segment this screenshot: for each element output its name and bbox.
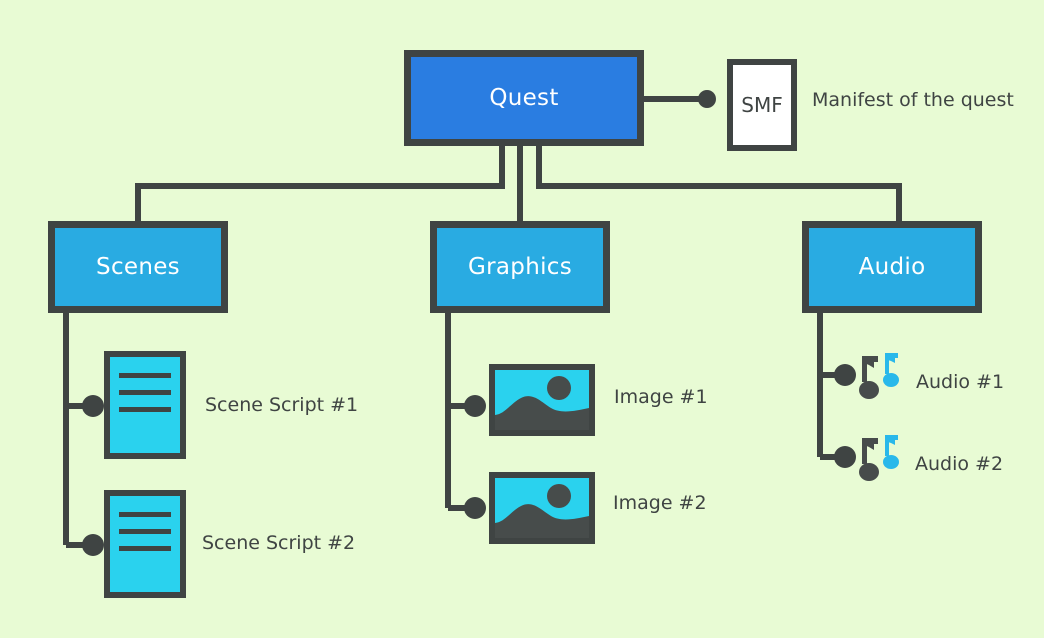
dot-scene-script-1 [82,395,104,417]
dot-image-1 [464,395,486,417]
note-small [883,353,899,387]
caption-audio-2: Audio #2 [915,453,1004,475]
note-large [859,438,879,481]
caption-audio-1: Audio #1 [916,371,1005,393]
edge-scenes-children [63,313,92,548]
music-note-icon[interactable] [856,434,912,488]
node-audio-label: Audio [858,254,926,280]
caption-scene-script-1: Scene Script #1 [205,394,359,416]
node-scenes-label: Scenes [96,254,180,280]
quest-asset-diagram: Quest SMF Manifest of the quest Scenes G… [0,0,1044,638]
dot-image-2 [464,497,486,519]
node-quest-label: Quest [489,85,559,111]
caption-image-1: Image #1 [614,386,708,408]
document-line [119,373,171,378]
sun-shape [547,484,571,508]
edge-endpoint-dots [82,90,856,556]
document-line [119,529,171,534]
dot-smf [698,90,716,108]
caption-manifest: Manifest of the quest [812,89,1014,111]
caption-image-2: Image #2 [613,492,707,514]
node-audio[interactable]: Audio [802,221,982,313]
node-scenes[interactable]: Scenes [48,221,228,313]
node-graphics-label: Graphics [468,254,572,280]
edge-quest-audio [536,146,902,221]
document-line [119,546,171,551]
note-large [859,356,879,399]
node-smf-file[interactable]: SMF [727,59,797,151]
image-icon-art [495,478,589,538]
caption-scene-script-2: Scene Script #2 [202,532,356,554]
node-quest[interactable]: Quest [404,50,644,146]
sun-shape [547,376,571,400]
document-line [119,407,171,412]
node-smf-label: SMF [741,93,783,117]
music-note-icon[interactable] [856,352,912,406]
node-graphics[interactable]: Graphics [430,221,610,313]
image-icon[interactable] [489,472,595,544]
dot-audio-2 [834,446,856,468]
document-icon[interactable] [104,490,186,598]
dot-audio-1 [834,364,856,386]
image-icon[interactable] [489,364,595,436]
document-icon[interactable] [104,351,186,459]
document-line [119,512,171,517]
edge-quest-scenes [135,146,505,221]
edge-audio-children [817,313,844,460]
dot-scene-script-2 [82,534,104,556]
image-icon-art [495,370,589,430]
document-line [119,390,171,395]
music-note-art [859,353,899,399]
note-small [883,435,899,469]
music-note-art [859,435,899,481]
